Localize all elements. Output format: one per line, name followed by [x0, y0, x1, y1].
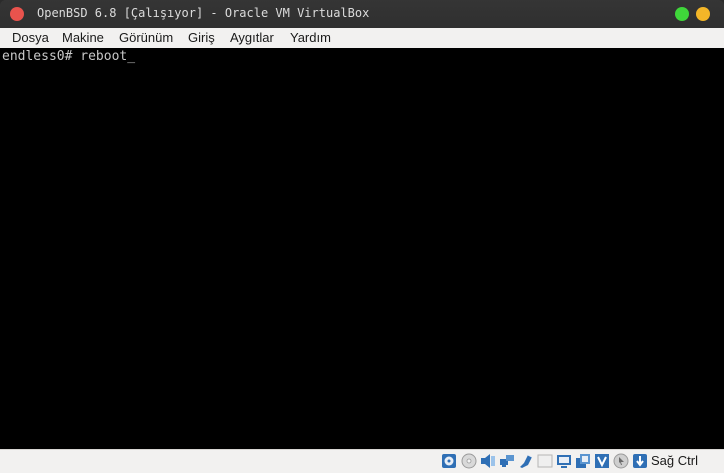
menu-giris[interactable]: Giriş [188, 30, 215, 45]
maximize-button[interactable] [696, 7, 710, 21]
virtualbox-window: OpenBSD 6.8 [Çalışıyor] - Oracle VM Virt… [0, 0, 724, 473]
hard-disk-icon[interactable] [441, 453, 457, 469]
menu-dosya[interactable]: Dosya [12, 30, 49, 45]
shared-folders-icon[interactable] [537, 453, 553, 469]
host-key-arrow-icon [632, 453, 648, 469]
virtualization-icon[interactable] [594, 453, 610, 469]
menu-gorunum[interactable]: Görünüm [119, 30, 173, 45]
network-icon[interactable] [499, 453, 515, 469]
minimize-button[interactable] [675, 7, 689, 21]
menu-bar: Dosya Makine Görünüm Giriş Aygıtlar Yard… [0, 28, 724, 48]
close-button[interactable] [10, 7, 24, 21]
audio-icon[interactable] [480, 453, 496, 469]
usb-icon[interactable] [518, 453, 534, 469]
host-key-label[interactable]: Sağ Ctrl [651, 453, 698, 468]
window-title: OpenBSD 6.8 [Çalışıyor] - Oracle VM Virt… [37, 6, 370, 20]
console-prompt-line: endless0# reboot_ [2, 49, 136, 64]
display-icon[interactable] [556, 453, 572, 469]
menu-yardim[interactable]: Yardım [290, 30, 331, 45]
vm-display[interactable]: endless0# reboot_ [0, 48, 724, 449]
status-bar: Sağ Ctrl [0, 449, 724, 473]
title-bar[interactable]: OpenBSD 6.8 [Çalışıyor] - Oracle VM Virt… [0, 0, 724, 28]
menu-aygitlar[interactable]: Aygıtlar [230, 30, 274, 45]
menu-makine[interactable]: Makine [62, 30, 104, 45]
optical-drive-icon[interactable] [461, 453, 477, 469]
mouse-integration-icon[interactable] [613, 453, 629, 469]
video-capture-icon[interactable] [575, 453, 591, 469]
